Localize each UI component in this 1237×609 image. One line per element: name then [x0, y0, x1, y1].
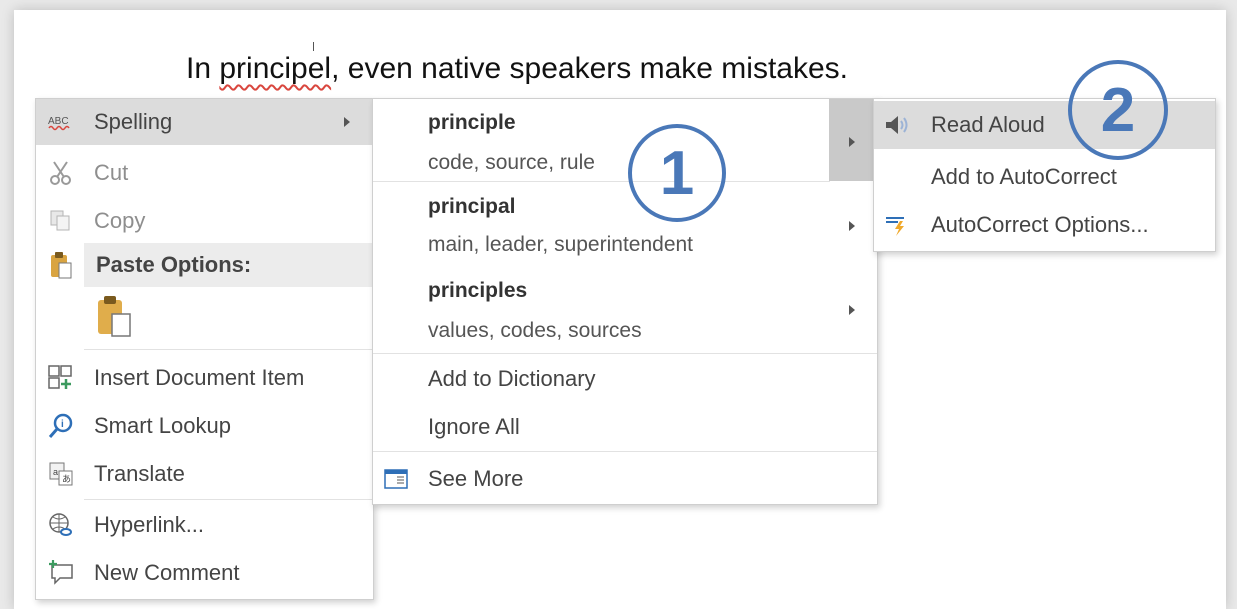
svg-text:a: a — [53, 467, 58, 477]
copy-icon — [46, 206, 76, 236]
suggestion-synonyms: values, codes, sources — [428, 319, 642, 342]
translate-icon: a あ — [46, 459, 76, 489]
add-to-autocorrect-label: Add to AutoCorrect — [931, 164, 1117, 189]
autocorrect-options-label: AutoCorrect Options... — [931, 212, 1149, 237]
insert-document-item-icon — [46, 363, 76, 393]
chevron-right-icon — [849, 137, 855, 147]
separator — [84, 349, 373, 350]
context-menu: ABC Spelling Cut Copy Paste Options: Ins… — [35, 98, 374, 600]
new-comment-icon — [46, 558, 76, 588]
suggestion-word: principles — [428, 279, 528, 302]
copy-menu-item[interactable]: Copy — [36, 199, 373, 243]
suggestion-synonyms: main, leader, superintendent — [428, 233, 694, 256]
see-more-menu-item[interactable]: See More — [373, 457, 877, 501]
smart-lookup-icon: i — [46, 411, 76, 441]
callout-one: 1 — [628, 124, 726, 222]
spelling-abc-icon: ABC — [46, 107, 76, 137]
document-sentence[interactable]: In principel, even native speakers make … — [186, 52, 848, 86]
spelling-submenu: principle code, source, rule principal m… — [372, 98, 878, 505]
new-comment-menu-item[interactable]: New Comment — [36, 551, 373, 595]
smart-lookup-label: Smart Lookup — [94, 413, 231, 438]
separator — [373, 353, 877, 354]
insert-document-item-label: Insert Document Item — [94, 365, 305, 390]
smart-lookup-menu-item[interactable]: i Smart Lookup — [36, 404, 373, 448]
sentence-end: , even native speakers make mistakes. — [331, 52, 848, 85]
ignore-all-menu-item[interactable]: Ignore All — [373, 405, 877, 449]
translate-label: Translate — [94, 461, 185, 486]
suggestion-word: principal — [428, 195, 516, 218]
globe-link-icon — [46, 510, 76, 540]
spelling-menu-item[interactable]: ABC Spelling — [36, 99, 373, 145]
translate-menu-item[interactable]: a あ Translate — [36, 452, 373, 496]
insert-document-item-menu-item[interactable]: Insert Document Item — [36, 356, 373, 400]
read-aloud-label: Read Aloud — [931, 112, 1045, 137]
chevron-right-icon — [849, 221, 855, 231]
text-cursor — [313, 42, 314, 51]
misspelled-word[interactable]: principel — [219, 52, 331, 85]
svg-text:i: i — [61, 419, 64, 430]
svg-text:ABC: ABC — [48, 116, 69, 127]
autocorrect-options-menu-item[interactable]: AutoCorrect Options... — [874, 203, 1215, 247]
callout-two: 2 — [1068, 60, 1168, 160]
separator — [373, 181, 830, 182]
copy-label: Copy — [94, 208, 146, 233]
add-to-dictionary-label: Add to Dictionary — [428, 366, 596, 391]
clipboard-icon — [46, 250, 76, 280]
cut-menu-item[interactable]: Cut — [36, 151, 373, 195]
autocorrect-lightning-icon — [882, 210, 912, 240]
hyperlink-label: Hyperlink... — [94, 512, 205, 537]
suggestion-synonyms: code, source, rule — [428, 151, 595, 174]
scissors-icon — [46, 158, 76, 188]
see-more-label: See More — [428, 466, 524, 491]
separator — [84, 499, 373, 500]
ignore-all-label: Ignore All — [428, 414, 520, 439]
add-to-dictionary-menu-item[interactable]: Add to Dictionary — [373, 357, 877, 401]
new-comment-label: New Comment — [94, 560, 240, 585]
chevron-right-icon — [344, 117, 350, 127]
paste-options-header: Paste Options: — [36, 243, 373, 287]
sentence-start: In — [186, 52, 220, 85]
spelling-label: Spelling — [94, 109, 173, 134]
paste-options-label: Paste Options: — [96, 252, 252, 277]
paste-keep-source-option[interactable] — [36, 289, 373, 345]
suggestion-word: principle — [428, 111, 516, 134]
chevron-right-icon — [849, 305, 855, 315]
separator — [373, 451, 877, 452]
hyperlink-menu-item[interactable]: Hyperlink... — [36, 503, 373, 547]
clipboard-paste-icon — [94, 294, 134, 340]
cut-label: Cut — [94, 160, 129, 185]
suggestion-principles[interactable]: principles values, codes, sources — [373, 269, 877, 353]
speaker-icon — [882, 110, 912, 140]
add-to-autocorrect-menu-item[interactable]: Add to AutoCorrect — [874, 155, 1215, 199]
suggestion-principle[interactable]: principle code, source, rule — [373, 99, 877, 181]
suggestion-principal[interactable]: principal main, leader, superintendent — [373, 183, 877, 267]
see-more-icon — [381, 464, 411, 494]
svg-text:あ: あ — [62, 474, 71, 484]
